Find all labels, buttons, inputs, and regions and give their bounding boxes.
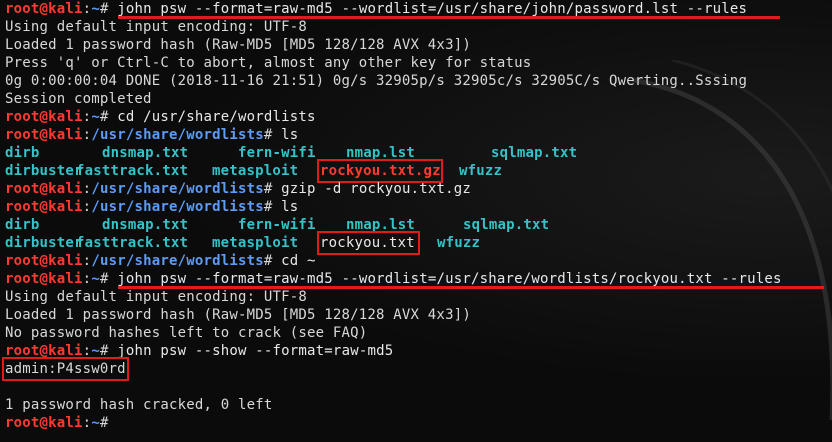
command-text: john psw --format=raw-md5 --wordlist=/us… [117,271,782,287]
command-line-6: root@kali:/usr/share/wordlists# cd ~ [5,253,316,269]
dir-entry: fasttrack.txt [76,163,189,179]
command-line-4: root@kali:/usr/share/wordlists# gzip -d … [5,181,471,197]
output-line: 1 password hash cracked, 0 left [5,397,273,413]
dir-entry: sqlmap.txt [491,145,578,161]
highlight-underline-2 [118,286,824,289]
output-line: Loaded 1 password hash (Raw-MD5 [MD5 128… [5,37,471,53]
cracked-credential: admin:P4ssw0rd [2,357,129,381]
ls-listing-row: dirb dnsmap.txt fern-wifi nmap.lst sqlmap.tx… [5,144,832,162]
dir-entry: fern-wifi [238,145,316,161]
dir-entry: sqlmap.txt [463,217,550,233]
output-line: Loaded 1 password hash (Raw-MD5 [MD5 128… [5,307,471,323]
dir-entry: nmap.lst [346,217,416,233]
dir-entry: fern-wifi [238,217,316,233]
dir-entry: dnsmap.txt [102,145,189,161]
output-line: No password hashes left to crack (see FA… [5,325,368,341]
rockyou-archive-entry: rockyou.txt.gz [317,159,443,183]
dir-entry: wfuzz [459,163,503,179]
output-line: 0g 0:00:00:04 DONE (2018-11-16 21:51) 0g… [5,73,748,89]
rockyou-wordlist-entry: rockyou.txt [317,231,420,255]
dir-entry: metasploit [212,163,299,179]
ls-listing-row: dirbusterfasttrack.txt metasploit rockyou.… [5,231,832,255]
dir-entry: dirb [5,217,40,233]
command-line-2: root@kali:~# cd /usr/share/wordlists [5,109,316,125]
command-line-5: root@kali:/usr/share/wordlists# ls [5,199,299,215]
dir-entry: dirb [5,145,40,161]
dir-entry: wfuzz [437,235,481,251]
command-line-9: root@kali:~# [5,415,118,431]
cracked-result-line: admin:P4ssw0rd [2,357,832,381]
output-line: Session completed [5,91,152,107]
dir-entry: dirbuster [5,235,83,251]
terminal-output: root@kali:~# john psw --format=raw-md5 -… [2,0,832,432]
dir-entry: dnsmap.txt [102,217,189,233]
command-text: john psw --format=raw-md5 --wordlist=/us… [117,1,748,17]
dir-entry: dirbuster [5,163,83,179]
ls-listing-row: dirb dnsmap.txt fern-wifi nmap.lst sqlmap.tx… [5,216,832,234]
prompt-user: root@kali [5,1,83,17]
highlight-underline-1 [118,16,780,19]
command-line-3: root@kali:/usr/share/wordlists# ls [5,127,299,143]
ls-listing-row: dirbusterfasttrack.txt metasploit rockyou.… [5,159,832,183]
command-line-8: root@kali:~# john psw --show --format=ra… [5,343,394,359]
dir-entry: metasploit [212,235,299,251]
output-line: Using default input encoding: UTF-8 [5,289,308,305]
dir-entry: fasttrack.txt [76,235,189,251]
terminal-window[interactable]: root@kali:~# john psw --format=raw-md5 -… [0,0,832,442]
output-line: Press 'q' or Ctrl-C to abort, almost any… [5,55,532,71]
dir-entry: nmap.lst [346,145,416,161]
output-line: Using default input encoding: UTF-8 [5,19,308,35]
